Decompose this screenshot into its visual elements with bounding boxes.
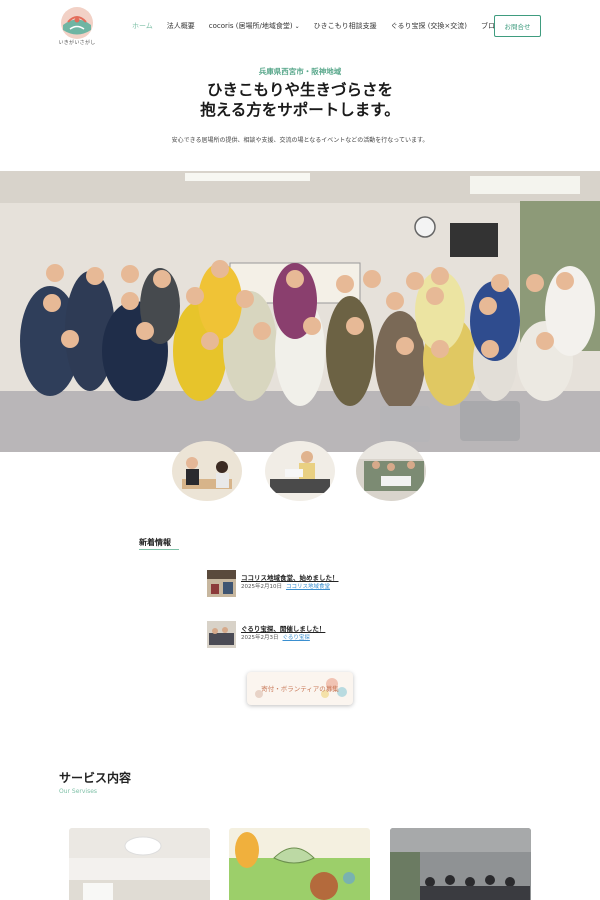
- news-item-meta: 2025年2月3日 ぐるり宝探: [241, 633, 310, 641]
- news-item-date: 2025年2月3日: [241, 635, 279, 641]
- nav-item-cocoris[interactable]: cocoris (居場所/地域食堂) ⌄: [209, 21, 300, 31]
- site-header: いきがいさがし ホーム 法人概要 cocoris (居場所/地域食堂) ⌄ ひきこ…: [0, 0, 600, 52]
- banner-label: 寄付・ボランティアの募集: [261, 685, 339, 693]
- news-item-meta: 2025年2月10日 ココリス地域食堂: [241, 582, 330, 590]
- donation-volunteer-banner[interactable]: 寄付・ボランティアの募集: [247, 672, 353, 705]
- nav-item-about[interactable]: 法人概要: [167, 21, 195, 31]
- hero-region: 兵庫県西宮市・阪神地域: [258, 67, 342, 76]
- news-item-title[interactable]: ココリス地域食堂、始めました！: [241, 572, 339, 582]
- nav-item-gururi[interactable]: ぐるり宝探 (交換×交流): [391, 21, 467, 31]
- circle-photo-activity: [265, 441, 335, 501]
- news-thumbnail[interactable]: [207, 570, 236, 597]
- hero-title-line1: ひきこもりや生きづらさを: [206, 81, 393, 99]
- contact-button[interactable]: お問合せ: [494, 15, 541, 37]
- news-thumbnail[interactable]: [207, 621, 236, 648]
- hero-title-line2: 抱える方をサポートします。: [200, 101, 400, 119]
- news-item: ぐるり宝探、開催しました！ 2025年2月3日 ぐるり宝探: [207, 621, 407, 651]
- news-item-title[interactable]: ぐるり宝探、開催しました！: [241, 623, 325, 633]
- news-heading: 新着情報: [139, 538, 171, 547]
- logo-text: いきがいさがし: [58, 40, 96, 46]
- services-subtitle: Our Servises: [59, 788, 98, 795]
- nav-item-home[interactable]: ホーム: [132, 21, 153, 31]
- hero-title: ひきこもりや生きづらさを 抱える方をサポートします。: [0, 80, 600, 120]
- service-card-consultation[interactable]: [390, 828, 531, 900]
- hero-description: 安心できる居場所の提供、相談や支援、交流の場となるイベントなどの活動を行なってい…: [171, 137, 429, 144]
- nav-item-cocoris-label: cocoris (居場所/地域食堂): [208, 22, 293, 30]
- services-title: サービス内容: [59, 771, 132, 785]
- news-item-date: 2025年2月10日: [241, 584, 282, 590]
- service-card-gururi[interactable]: [229, 828, 370, 900]
- hero-group-photo: [0, 171, 600, 452]
- circle-photo-event: [356, 441, 426, 501]
- circle-photo-consultation: [172, 441, 242, 501]
- news-item: ココリス地域食堂、始めました！ 2025年2月10日 ココリス地域食堂: [207, 570, 407, 600]
- main-nav: ホーム 法人概要 cocoris (居場所/地域食堂) ⌄ ひきこもり相談支援 ぐ…: [132, 21, 502, 31]
- service-card-cocoris[interactable]: [69, 828, 210, 900]
- news-item-category[interactable]: ぐるり宝探: [283, 635, 310, 641]
- chevron-down-icon: ⌄: [294, 23, 300, 30]
- nav-item-consultation[interactable]: ひきこもり相談支援: [314, 21, 377, 31]
- news-heading-underline: [139, 549, 179, 550]
- news-item-category[interactable]: ココリス地域食堂: [286, 584, 330, 590]
